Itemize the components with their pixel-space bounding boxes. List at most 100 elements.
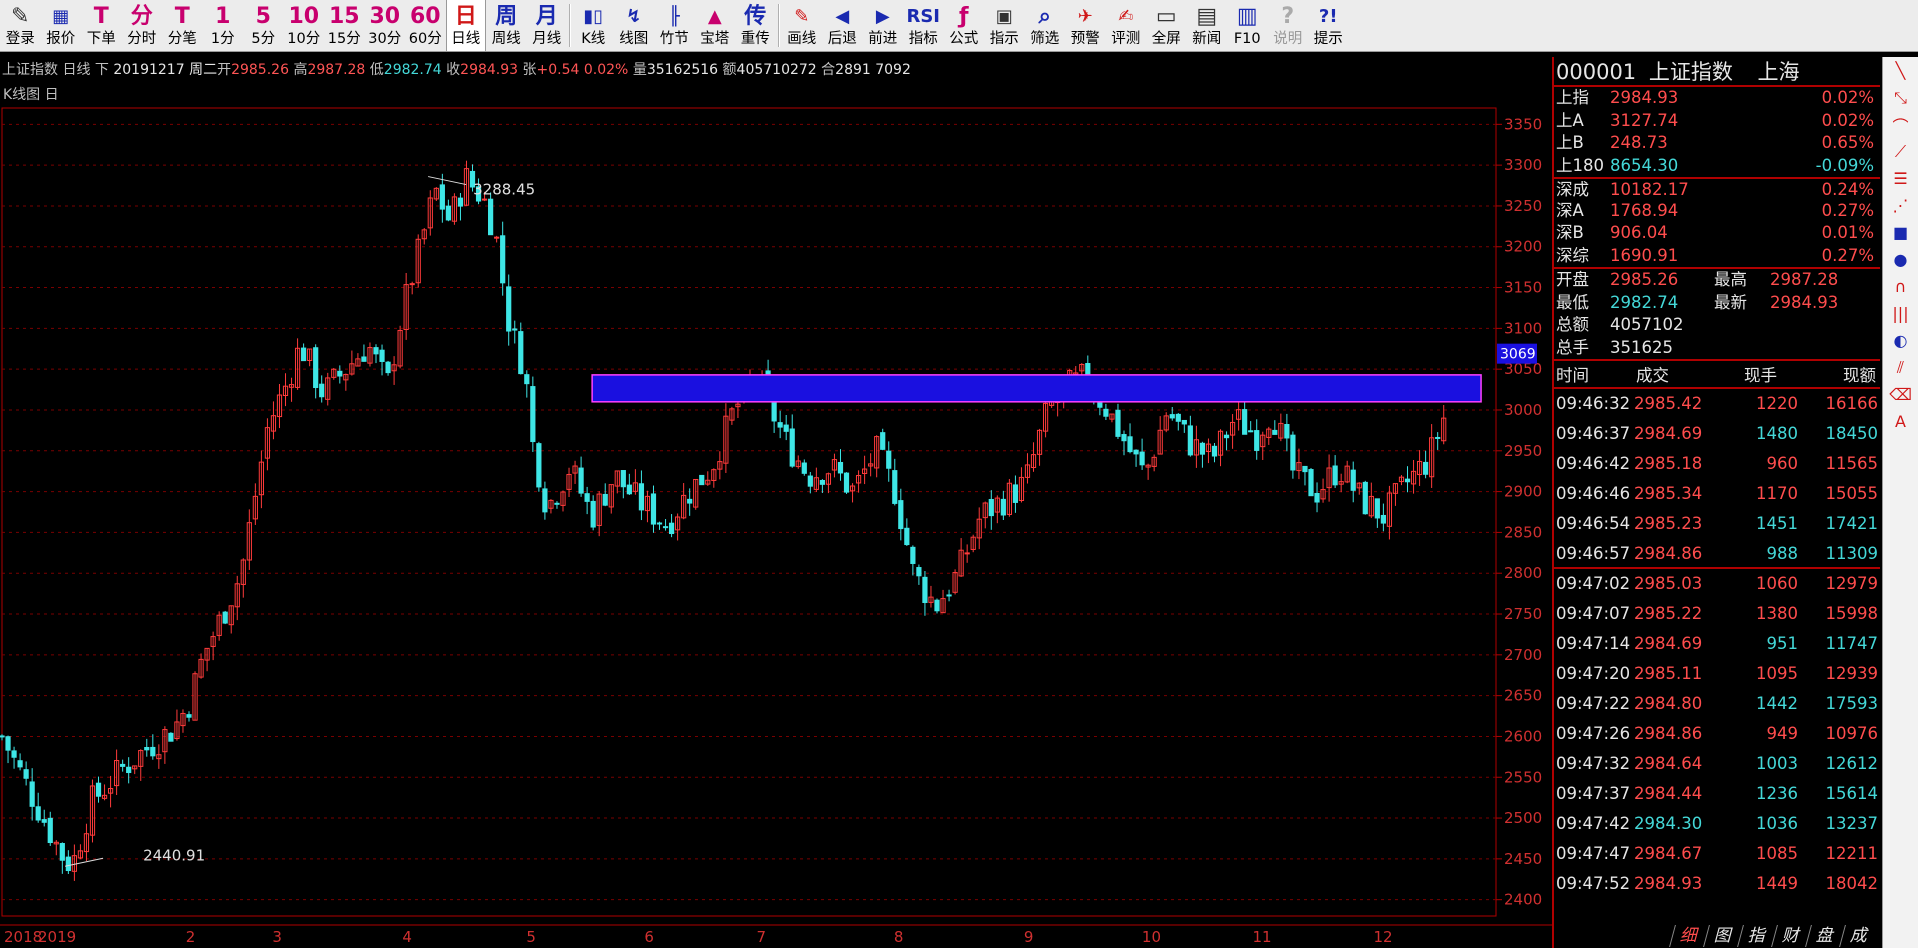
line-chart-icon: ↯ — [626, 6, 642, 27]
candle-body — [620, 470, 626, 488]
arc-tool-icon[interactable]: ⌒ — [1883, 111, 1918, 138]
toolbar-15min-button[interactable]: 15 15分 — [324, 0, 365, 51]
ellipse-tool-icon[interactable]: ● — [1883, 246, 1918, 273]
index-row[interactable]: 深综 1690.91 0.27% — [1554, 245, 1880, 268]
tick-row[interactable]: 09:46:37 2984.69 1480 18450 — [1554, 419, 1880, 449]
index-row[interactable]: 深A 1768.94 0.27% — [1554, 200, 1880, 223]
quote-row: 最低 2982.74 最新 2984.93 — [1554, 292, 1880, 315]
toolbar-news-button[interactable]: ▤ 新闻 — [1187, 0, 1228, 51]
tick-row[interactable]: 09:47:37 2984.44 1236 15614 — [1554, 779, 1880, 809]
toolbar-candlestick-button[interactable]: ▮▯ K线 — [573, 0, 614, 51]
x-tick-label: 12 — [1373, 928, 1392, 946]
toolbar-label: 新闻 — [1192, 31, 1222, 47]
index-row[interactable]: 上指 2984.93 0.02% — [1554, 87, 1880, 110]
toolbar-indicate-button[interactable]: ▣ 指示 — [984, 0, 1025, 51]
bamboo-icon: ╟ — [668, 6, 680, 27]
toolbar-reload-button[interactable]: 传重传 — [735, 0, 776, 51]
toolbar-10min-button[interactable]: 10 10分 — [284, 0, 325, 51]
index-row[interactable]: 深成 10182.17 0.24% — [1554, 177, 1880, 200]
tick-row[interactable]: 09:47:07 2985.22 1380 15998 — [1554, 599, 1880, 629]
text-tool-icon[interactable]: A — [1883, 408, 1918, 435]
toolbar-timeshare-button[interactable]: 分分时 — [122, 0, 163, 51]
tick-row[interactable]: 09:46:42 2985.18 960 11565 — [1554, 449, 1880, 479]
toolbar-alert-button[interactable]: ✈ 预警 — [1065, 0, 1106, 51]
chart-type-label[interactable]: K线图 日 — [3, 84, 59, 104]
index-row[interactable]: 上B 248.73 0.65% — [1554, 132, 1880, 155]
period-tool-icon[interactable]: ||| — [1883, 300, 1918, 327]
index-name: 深A — [1556, 200, 1584, 220]
close-value: 2984.93 — [460, 62, 519, 78]
kline-chart[interactable]: 2400 2450 2500 2550 2600 2650 2700 2750 2800 2850… — [0, 104, 1552, 924]
col-hand: 现手 — [1744, 366, 1777, 385]
index-row[interactable]: 上A 3127.74 0.02% — [1554, 110, 1880, 133]
tick-row[interactable]: 09:46:54 2985.23 1451 17421 — [1554, 509, 1880, 539]
tick-row[interactable]: 09:47:47 2984.67 1085 12211 — [1554, 839, 1880, 869]
tick-row[interactable]: 09:46:32 2985.42 1220 16166 — [1554, 389, 1880, 419]
eraser-tool-icon[interactable]: ⌫ — [1883, 381, 1918, 408]
toolbar-1min-button[interactable]: 1 1分 — [203, 0, 244, 51]
index-row[interactable]: 上180 8654.30 -0.09% — [1554, 155, 1880, 178]
tick-time: 09:47:42 — [1556, 814, 1631, 833]
tick-row[interactable]: 09:47:22 2984.80 1442 17593 — [1554, 689, 1880, 719]
tick-row[interactable]: 09:47:20 2985.11 1095 12939 — [1554, 659, 1880, 689]
cycle-tool-icon[interactable]: ∩ — [1883, 273, 1918, 300]
toolbar-forward-button[interactable]: ▶ 前进 — [863, 0, 904, 51]
tick-row[interactable]: 09:46:46 2985.34 1170 15055 — [1554, 479, 1880, 509]
toolbar-daily-button[interactable]: 日日线 — [445, 0, 486, 51]
tick-hand: 951 — [1766, 634, 1799, 653]
toolbar-30min-button[interactable]: 30 30分 — [365, 0, 406, 51]
toolbar-tower-button[interactable]: ▲ 宝塔 — [695, 0, 736, 51]
candle-body — [910, 546, 916, 564]
tick-row[interactable]: 09:47:42 2984.30 1036 13237 — [1554, 809, 1880, 839]
line-tool-icon[interactable]: ╲ — [1883, 57, 1918, 84]
panel-tab[interactable]: 成 — [1839, 925, 1879, 947]
channel-tool-icon[interactable]: ⫽ — [1883, 354, 1918, 381]
toolbar-back-button[interactable]: ◀ 后退 — [822, 0, 863, 51]
fan-tool-icon[interactable]: ⋰ — [1883, 192, 1918, 219]
tick-row[interactable]: 09:47:52 2984.93 1449 18042 — [1554, 869, 1880, 899]
candle-body — [126, 766, 132, 774]
index-change: 0.27% — [1821, 200, 1874, 220]
toolbar-indicator-button[interactable]: RSI 指标 — [903, 0, 944, 51]
ticks-list[interactable]: 09:46:32 2985.42 1220 16166 09:46:37 2984.69 1… — [1554, 389, 1880, 899]
toolbar-weekly-button[interactable]: 周周线 — [486, 0, 527, 51]
gann-tool-icon[interactable]: ◐ — [1883, 327, 1918, 354]
toolbar-formula-button[interactable]: ƒ 公式 — [944, 0, 985, 51]
candle-body — [988, 498, 994, 517]
toolbar-label: 竹节 — [659, 31, 689, 47]
candle-body — [373, 347, 379, 355]
parallel-tool-icon[interactable]: ⟋ — [1883, 138, 1918, 165]
toolbar-login-button[interactable]: ✎ 登录 — [0, 0, 41, 51]
candle-body — [481, 198, 488, 201]
tick-row[interactable]: 09:47:26 2984.86 949 10976 — [1554, 719, 1880, 749]
index-row[interactable]: 深B 906.04 0.01% — [1554, 222, 1880, 245]
toolbar-f10-button[interactable]: ▥ F10 — [1227, 0, 1268, 51]
tick-row[interactable]: 09:47:32 2984.64 1003 12612 — [1554, 749, 1880, 779]
candle-body — [1211, 445, 1218, 457]
daily-icon: 日 — [454, 4, 477, 29]
candle-body — [934, 599, 940, 612]
fib-tool-icon[interactable]: ☰ — [1883, 165, 1918, 192]
toolbar-fullscreen-button[interactable]: ▭ 全屏 — [1146, 0, 1187, 51]
candle-body — [922, 576, 928, 604]
toolbar-5min-button[interactable]: 5 5分 — [243, 0, 284, 51]
toolbar-filter-button[interactable]: ⌕ 筛选 — [1025, 0, 1066, 51]
toolbar-monthly-button[interactable]: 月月线 — [527, 0, 568, 51]
toolbar-quote-button[interactable]: ▦ 报价 — [41, 0, 82, 51]
toolbar-bamboo-button[interactable]: ╟ 竹节 — [654, 0, 695, 51]
tick-row[interactable]: 09:46:57 2984.86 988 11309 — [1554, 539, 1880, 569]
toolbar-tick-button[interactable]: T 分笔 — [162, 0, 203, 51]
candle-body — [313, 347, 319, 389]
rect-tool-icon[interactable]: ■ — [1883, 219, 1918, 246]
toolbar-order-button[interactable]: T 下单 — [81, 0, 122, 51]
toolbar-60min-button[interactable]: 60 60分 — [405, 0, 446, 51]
toolbar-tips-button[interactable]: ?! 提示 — [1308, 0, 1349, 51]
candle-body — [638, 483, 645, 511]
toolbar-evaluate-button[interactable]: ✍ 评测 — [1106, 0, 1147, 51]
toolbar-draw-line-button[interactable]: ✎ 画线 — [782, 0, 823, 51]
toolbar-line-chart-button[interactable]: ↯ 线图 — [614, 0, 655, 51]
stock-name: 上证指数 — [1648, 60, 1733, 84]
tick-row[interactable]: 09:47:02 2985.03 1060 12979 — [1554, 569, 1880, 599]
tick-row[interactable]: 09:47:14 2984.69 951 11747 — [1554, 629, 1880, 659]
ray-tool-icon[interactable]: ⤡ — [1883, 84, 1918, 111]
